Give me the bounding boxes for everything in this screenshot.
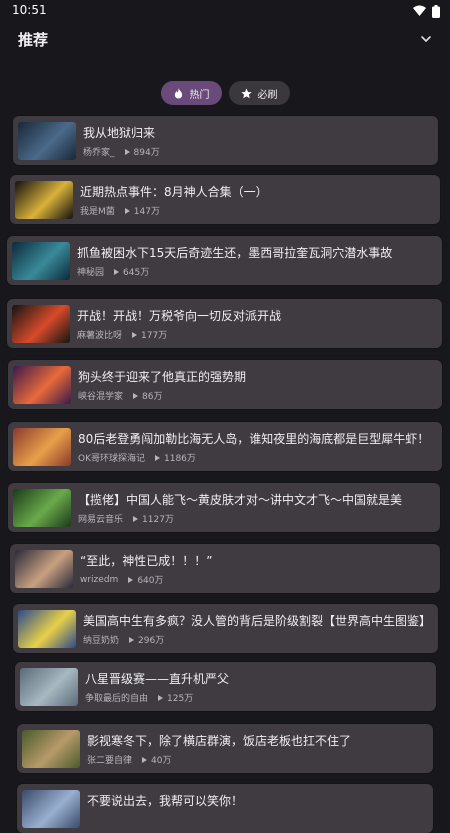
video-author: wrizedm [80,574,119,585]
video-title: 美国高中生有多疯？没人管的背后是阶级割裂【世界高中生图鉴】 [83,614,430,628]
play-icon [142,756,148,763]
video-title: 我从地狱归来 [83,126,156,140]
video-thumbnail [15,550,73,588]
video-card[interactable]: 抓鱼被困水下15天后奇迹生还，墨西哥拉奎瓦洞穴潜水事故神秘园 645万 [7,236,442,285]
video-meta: 纳豆奶奶 296万 [83,633,164,646]
tab-must-watch-label: 必刷 [257,89,278,101]
play-icon [155,454,160,461]
video-views: 86万 [142,392,163,402]
video-meta: 杨乔家_ 894万 [83,145,160,158]
video-title: 【揽佬】中国人能飞〜黄皮肤才对〜讲中文才飞〜中国就是美 [78,493,403,507]
video-title: “至此，神性已成！！！” [80,554,213,568]
video-thumbnail [15,181,73,219]
video-card[interactable]: “至此，神性已成！！！” wrizedm 640万 [10,544,440,593]
video-thumbnail [22,730,80,768]
tab-hot[interactable]: 热门 [160,81,222,105]
top-bar: 推荐 [0,22,450,56]
video-title: 开战！开战！万税爷向一切反对派开战 [77,309,282,323]
play-icon [158,694,164,701]
video-thumbnail [22,790,80,828]
video-thumbnail [20,668,78,706]
video-title: 影视寒冬下，除了横店群演，饭店老板也扛不住了 [87,734,352,748]
status-time: 10:51 [12,3,47,17]
video-views: 40万 [151,756,172,766]
play-icon [133,515,139,522]
play-icon [128,576,134,583]
video-card[interactable]: 八星晋级赛——直升机严父争取最后的自由 125万 [15,662,436,711]
video-author: 纳豆奶奶 [83,636,120,646]
video-author: 神秘园 [77,268,105,278]
video-thumbnail [13,366,71,404]
play-icon [129,636,135,643]
video-author: 我是M菌 [80,207,115,217]
video-card[interactable]: 【揽佬】中国人能飞〜黄皮肤才对〜讲中文才飞〜中国就是美网易云音乐 1127万 [8,483,440,532]
video-author: 峡谷混学家 [78,392,124,402]
tab-must-watch[interactable]: 必刷 [228,81,290,105]
video-card[interactable]: 影视寒冬下，除了横店群演，饭店老板也扛不住了张二要自律 40万 [17,724,433,773]
video-meta: 我是M菌 147万 [80,204,160,217]
video-card[interactable]: 近期热点事件：8月神人合集（一） 我是M菌 147万 [10,175,440,224]
video-views: 1186万 [164,454,196,464]
chevron-down-icon[interactable] [418,31,434,47]
video-card[interactable]: 不要说出去，我帮可以笑你！ [17,784,433,833]
play-icon [133,392,139,399]
video-thumbnail [18,122,76,160]
video-title: 80后老登勇闯加勒比海无人岛，谁知夜里的海底都是巨型犀牛虾！ [78,432,430,446]
video-meta: 神秘园 645万 [77,265,149,278]
video-thumbnail [12,242,70,280]
video-author: 杨乔家_ [83,148,115,158]
video-views: 125万 [167,694,194,704]
video-author: 麻薯波比呀 [77,331,123,341]
video-meta: 张二要自律 40万 [87,753,171,766]
video-author: OK哥环球探海记 [78,454,145,464]
video-title: 近期热点事件：8月神人合集（一） [80,185,268,199]
video-author: 网易云音乐 [78,515,124,525]
video-views: 640万 [137,576,164,586]
flame-icon [174,87,182,99]
video-meta: wrizedm 640万 [80,573,164,587]
video-title: 八星晋级赛——直升机严父 [85,672,230,686]
tab-hot-label: 热门 [189,89,210,101]
video-meta: 峡谷混学家 86万 [78,389,162,402]
video-views: 645万 [123,268,150,278]
video-title: 抓鱼被困水下15天后奇迹生还，墨西哥拉奎瓦洞穴潜水事故 [77,246,393,260]
video-author: 张二要自律 [87,756,133,766]
video-card[interactable]: 我从地狱归来杨乔家_ 894万 [13,116,438,165]
star-icon [240,87,252,98]
video-meta: OK哥环球探海记 1186万 [78,451,196,464]
video-card[interactable]: 美国高中生有多疯？没人管的背后是阶级割裂【世界高中生图鉴】纳豆奶奶 296万 [13,604,438,653]
video-meta: 网易云音乐 1127万 [78,512,174,525]
video-card[interactable]: 开战！开战！万税爷向一切反对派开战麻薯波比呀 177万 [7,299,442,348]
category-tabs: 热门 必刷 [0,81,450,107]
play-icon [132,331,138,338]
page-title: 推荐 [18,31,49,49]
video-thumbnail [18,610,76,648]
wifi-icon [413,5,426,16]
status-bar: 10:51 [0,0,450,22]
video-card[interactable]: 80后老登勇闯加勒比海无人岛，谁知夜里的海底都是巨型犀牛虾！ OK哥环球探海记 11… [8,422,442,471]
video-meta: 争取最后的自由 125万 [85,691,193,704]
video-title: 不要说出去，我帮可以笑你！ [87,794,244,808]
video-card[interactable]: 狗头终于迎来了他真正的强势期峡谷混学家 86万 [8,360,442,409]
video-views: 894万 [133,148,160,158]
play-icon [124,148,130,155]
video-meta: 麻薯波比呀 177万 [77,328,167,341]
video-author: 争取最后的自由 [85,694,149,704]
video-views: 1127万 [142,515,174,525]
video-thumbnail [13,489,71,527]
video-views: 177万 [141,331,168,341]
play-icon [114,268,120,275]
battery-icon [432,4,440,18]
video-thumbnail [12,305,70,343]
status-icons [413,4,440,18]
video-views: 147万 [133,207,160,217]
video-views: 296万 [138,636,165,646]
play-icon [124,207,130,214]
video-thumbnail [13,428,71,466]
video-title: 狗头终于迎来了他真正的强势期 [78,370,247,384]
